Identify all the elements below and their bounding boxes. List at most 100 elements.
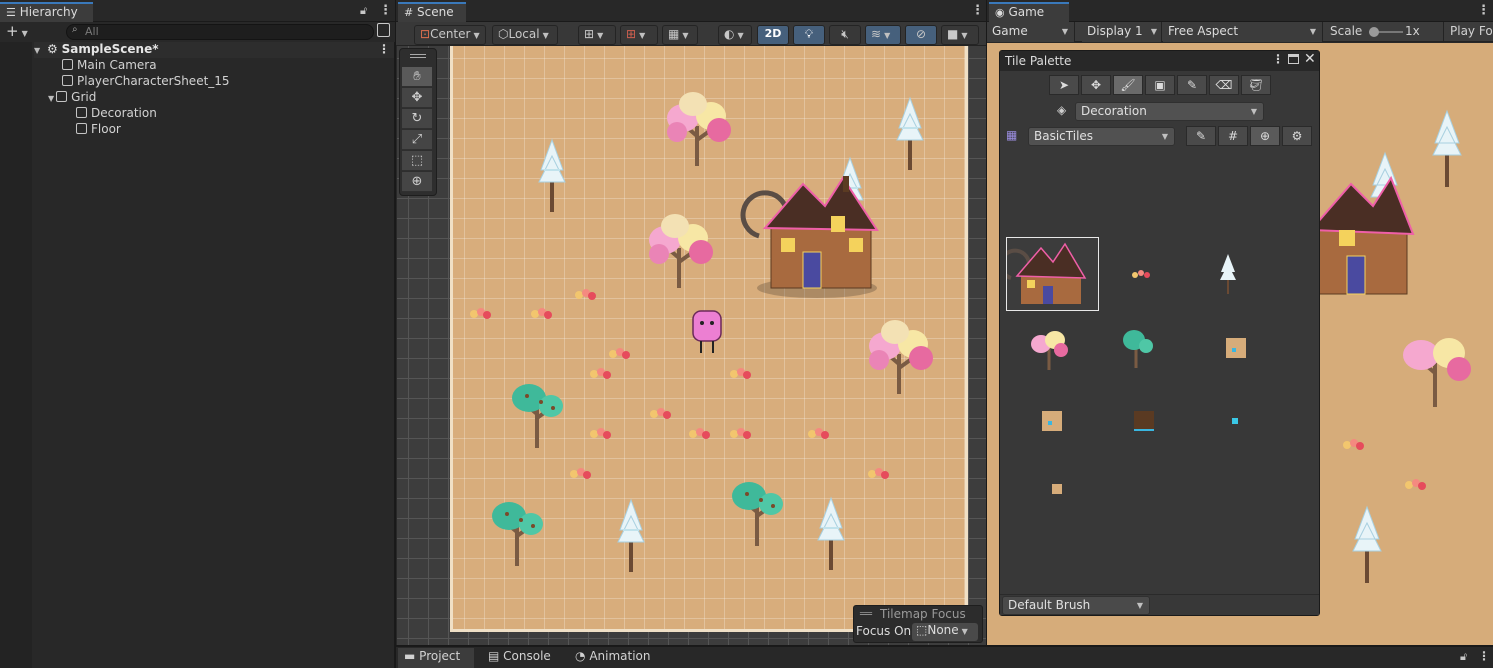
hierarchy-item-player[interactable]: PlayerCharacterSheet_15 <box>62 74 230 90</box>
scene-panel: # Scene ⋮ ⊡Center ▼ ⬡Local ▼ ⊞ ▼ ⊞ ▼ ▦ ▼ ◐ ▼ 2… <box>396 0 986 645</box>
select-tool-button[interactable]: ➤ <box>1049 75 1079 95</box>
pivot-mode-dropdown[interactable]: ⊡Center ▼ <box>414 25 486 45</box>
scale-slider[interactable] <box>1369 27 1403 37</box>
tab-game-label: Game <box>1008 5 1045 19</box>
bottom-lock-icon[interactable]: 🔓︎ <box>1460 650 1467 664</box>
item-label: Grid <box>71 90 97 104</box>
box-fill-tool-button[interactable]: ▣ <box>1145 75 1175 95</box>
hierarchy-indent-gutter <box>0 42 32 668</box>
tilemap-focus-overlay: ══ Tilemap Focus Focus On ⬚None ▼ <box>853 605 983 643</box>
tile-palette-title: Tile Palette <box>1005 54 1072 68</box>
add-button-label: + <box>6 22 19 40</box>
space-mode-dropdown[interactable]: ⬡Local ▼ <box>492 25 558 45</box>
eraser-tool-button[interactable]: ⌫ <box>1209 75 1239 95</box>
snow-tree-tile-icon[interactable] <box>1219 254 1237 296</box>
paint-tool-button[interactable]: 🖌︎ <box>1113 75 1143 95</box>
add-button[interactable]: + ▼ <box>6 22 28 40</box>
increment-snap-button[interactable]: ⊞ ▼ <box>620 25 658 45</box>
overlay-handle[interactable]: ══ <box>860 609 872 620</box>
hand-tool-button[interactable]: ✋︎ <box>402 67 432 87</box>
palette-gizmo-toggle[interactable]: ⊕ <box>1250 126 1280 146</box>
hierarchy-panel: ☰ Hierarchy 🔓︎ ⋮ + ▼ ⌕ All ▼ ⚙ SampleScen… <box>0 0 395 668</box>
console-icon: ▤ <box>488 649 500 663</box>
cyan-tile[interactable] <box>1232 418 1238 424</box>
scale-tool-button[interactable]: ⤢ <box>402 130 432 150</box>
house-tile-icon <box>999 242 1087 304</box>
hierarchy-item-grid[interactable]: ▼ Grid <box>48 90 96 106</box>
maximize-icon[interactable] <box>1288 54 1299 64</box>
mint-tree-tile-icon[interactable] <box>1122 326 1154 372</box>
focus-value: None <box>927 623 959 637</box>
bottom-menu-icon[interactable]: ⋮ <box>1478 649 1490 663</box>
hierarchy-item-floor[interactable]: Floor <box>76 122 121 138</box>
dark-tile[interactable] <box>1134 411 1154 431</box>
tab-hierarchy[interactable]: ☰ Hierarchy <box>0 2 93 22</box>
palette-dropdown[interactable]: BasicTiles ▼ <box>1028 127 1175 146</box>
scene-menu-icon[interactable]: ⋮ <box>378 42 390 56</box>
brush-dropdown[interactable]: Default Brush ▼ <box>1002 596 1150 615</box>
sand-tile-blue-dot[interactable] <box>1226 338 1246 358</box>
scene-menu-icon[interactable]: ⋮ <box>971 3 984 18</box>
fill-tool-button[interactable]: 🪣︎ <box>1241 75 1271 95</box>
audio-toggle[interactable]: 🔇︎ <box>829 25 861 45</box>
hierarchy-item-main-camera[interactable]: Main Camera <box>62 58 157 74</box>
display-dropdown[interactable]: Display 1 ▼ <box>1082 22 1162 42</box>
rect-tool-button[interactable]: ⬚ <box>402 151 432 171</box>
hierarchy-menu-icon[interactable]: ⋮ <box>379 3 392 18</box>
sand-tile[interactable] <box>1052 484 1062 494</box>
grid-visibility-button[interactable]: ▦ ▼ <box>662 25 698 45</box>
aspect-dropdown[interactable]: Free Aspect ▼ <box>1163 22 1323 42</box>
draw-mode-button[interactable]: ◐ ▼ <box>718 25 752 45</box>
picker-tool-button[interactable]: ✎ <box>1177 75 1207 95</box>
focus-on-dropdown[interactable]: ⬚None ▼ <box>912 623 978 641</box>
hierarchy-toolbar: + ▼ ⌕ All <box>0 22 395 42</box>
scene-visibility-icon[interactable] <box>377 23 390 37</box>
pivot-icon: ⊡ <box>420 27 431 41</box>
lock-icon[interactable]: 🔓︎ <box>360 4 367 18</box>
aspect-label: Free Aspect <box>1168 24 1239 38</box>
rotate-tool-button[interactable]: ↻ <box>402 109 432 129</box>
item-label: Decoration <box>91 106 157 120</box>
game-mode-label: Game <box>992 24 1028 38</box>
game-menu-icon[interactable]: ⋮ <box>1477 3 1490 18</box>
palette-settings-button[interactable]: ⚙ <box>1282 126 1312 146</box>
search-placeholder: All <box>85 25 99 38</box>
scene-visibility-toggle[interactable]: ⊘ <box>905 25 937 45</box>
move-tool-button[interactable]: ✥ <box>402 88 432 108</box>
palette-tile-house[interactable] <box>999 237 1099 311</box>
mode-2d-toggle[interactable]: 2D <box>757 25 789 45</box>
search-input[interactable]: ⌕ All <box>66 24 374 40</box>
sand-tile-dot[interactable] <box>1042 411 1062 431</box>
play-focused-dropdown[interactable]: Play Fo <box>1443 22 1493 42</box>
tab-console-label: Console <box>503 649 551 663</box>
palette-grid-toggle[interactable]: # <box>1218 126 1248 146</box>
candy-tree-tile-icon[interactable] <box>1029 326 1069 372</box>
tab-animation-label: Animation <box>589 649 651 663</box>
game-mode-dropdown[interactable]: Game ▼ <box>987 22 1075 42</box>
lighting-toggle[interactable]: 💡︎ <box>793 25 825 45</box>
hierarchy-item-decoration[interactable]: Decoration <box>76 106 157 122</box>
overlay-handle[interactable] <box>410 54 426 58</box>
scene-viewport[interactable] <box>397 46 986 645</box>
tab-animation[interactable]: ◔ Animation <box>575 649 651 668</box>
grid-snap-button[interactable]: ⊞ ▼ <box>578 25 616 45</box>
transform-tool-button[interactable]: ⊕ <box>402 172 432 192</box>
palette-tile-area[interactable] <box>999 148 1319 594</box>
tab-project[interactable]: ▬ Project <box>404 649 460 668</box>
scale-slider-handle[interactable] <box>1369 27 1379 37</box>
scene-sprites <box>470 90 935 573</box>
tile-palette-menu-icon[interactable]: ⋮ <box>1272 52 1284 66</box>
close-icon[interactable]: ✕ <box>1304 51 1316 67</box>
tab-scene[interactable]: # Scene <box>398 2 466 22</box>
gumdrops-tile-icon[interactable] <box>1131 269 1155 279</box>
active-tilemap-dropdown[interactable]: Decoration ▼ <box>1075 102 1264 121</box>
gameobject-icon <box>56 91 68 102</box>
scene-row[interactable]: ▼ ⚙ SampleScene* ⋮ <box>34 42 394 58</box>
tab-game[interactable]: ◉ Game <box>989 2 1069 22</box>
effects-toggle[interactable]: ≋ ▼ <box>865 25 901 45</box>
camera-settings-button[interactable]: ■ ▼ <box>941 25 979 45</box>
move-tool-button[interactable]: ✥ <box>1081 75 1111 95</box>
tab-console[interactable]: ▤ Console <box>488 649 551 668</box>
edit-palette-button[interactable]: ✎ <box>1186 126 1216 146</box>
item-label: Floor <box>91 122 121 136</box>
